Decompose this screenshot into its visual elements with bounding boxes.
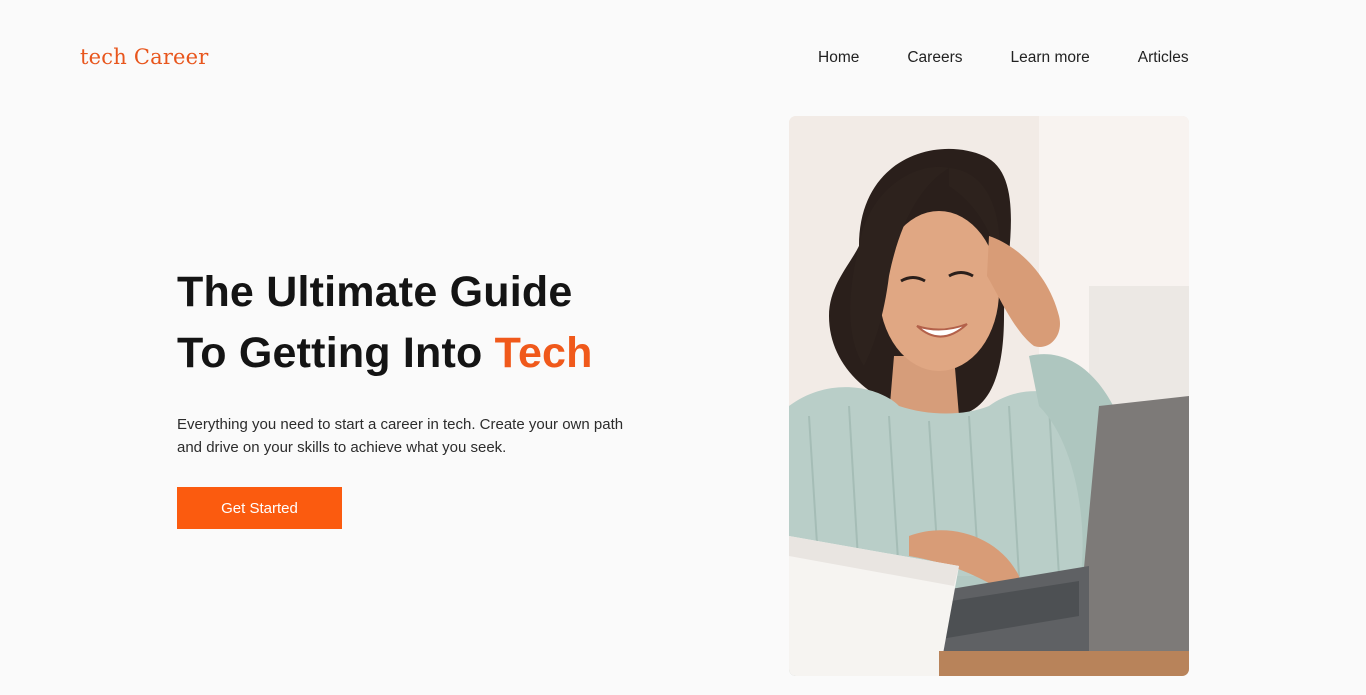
hero-photo-illustration	[789, 116, 1189, 676]
site-logo[interactable]: tech Career	[80, 45, 209, 69]
hero-photo	[789, 116, 1189, 676]
hero-title-line1: The Ultimate Guide	[177, 268, 573, 316]
nav-articles-link[interactable]: Articles	[1138, 49, 1189, 67]
landing-page: tech Career Home Careers Learn more Arti…	[0, 0, 1366, 695]
hero-description: Everything you need to start a career in…	[177, 416, 624, 456]
get-started-button[interactable]: Get Started	[177, 487, 342, 529]
hero-title-line2: To Getting Into	[177, 329, 495, 377]
nav-careers-link[interactable]: Careers	[907, 49, 962, 67]
main-nav: Home Careers Learn more Articles	[818, 49, 1189, 67]
hero-title-accent: Tech	[494, 329, 593, 377]
nav-home-link[interactable]: Home	[818, 49, 859, 67]
nav-learn-more-link[interactable]: Learn more	[1011, 49, 1090, 67]
hero-title: The Ultimate Guide To Getting Into Tech	[177, 262, 593, 384]
